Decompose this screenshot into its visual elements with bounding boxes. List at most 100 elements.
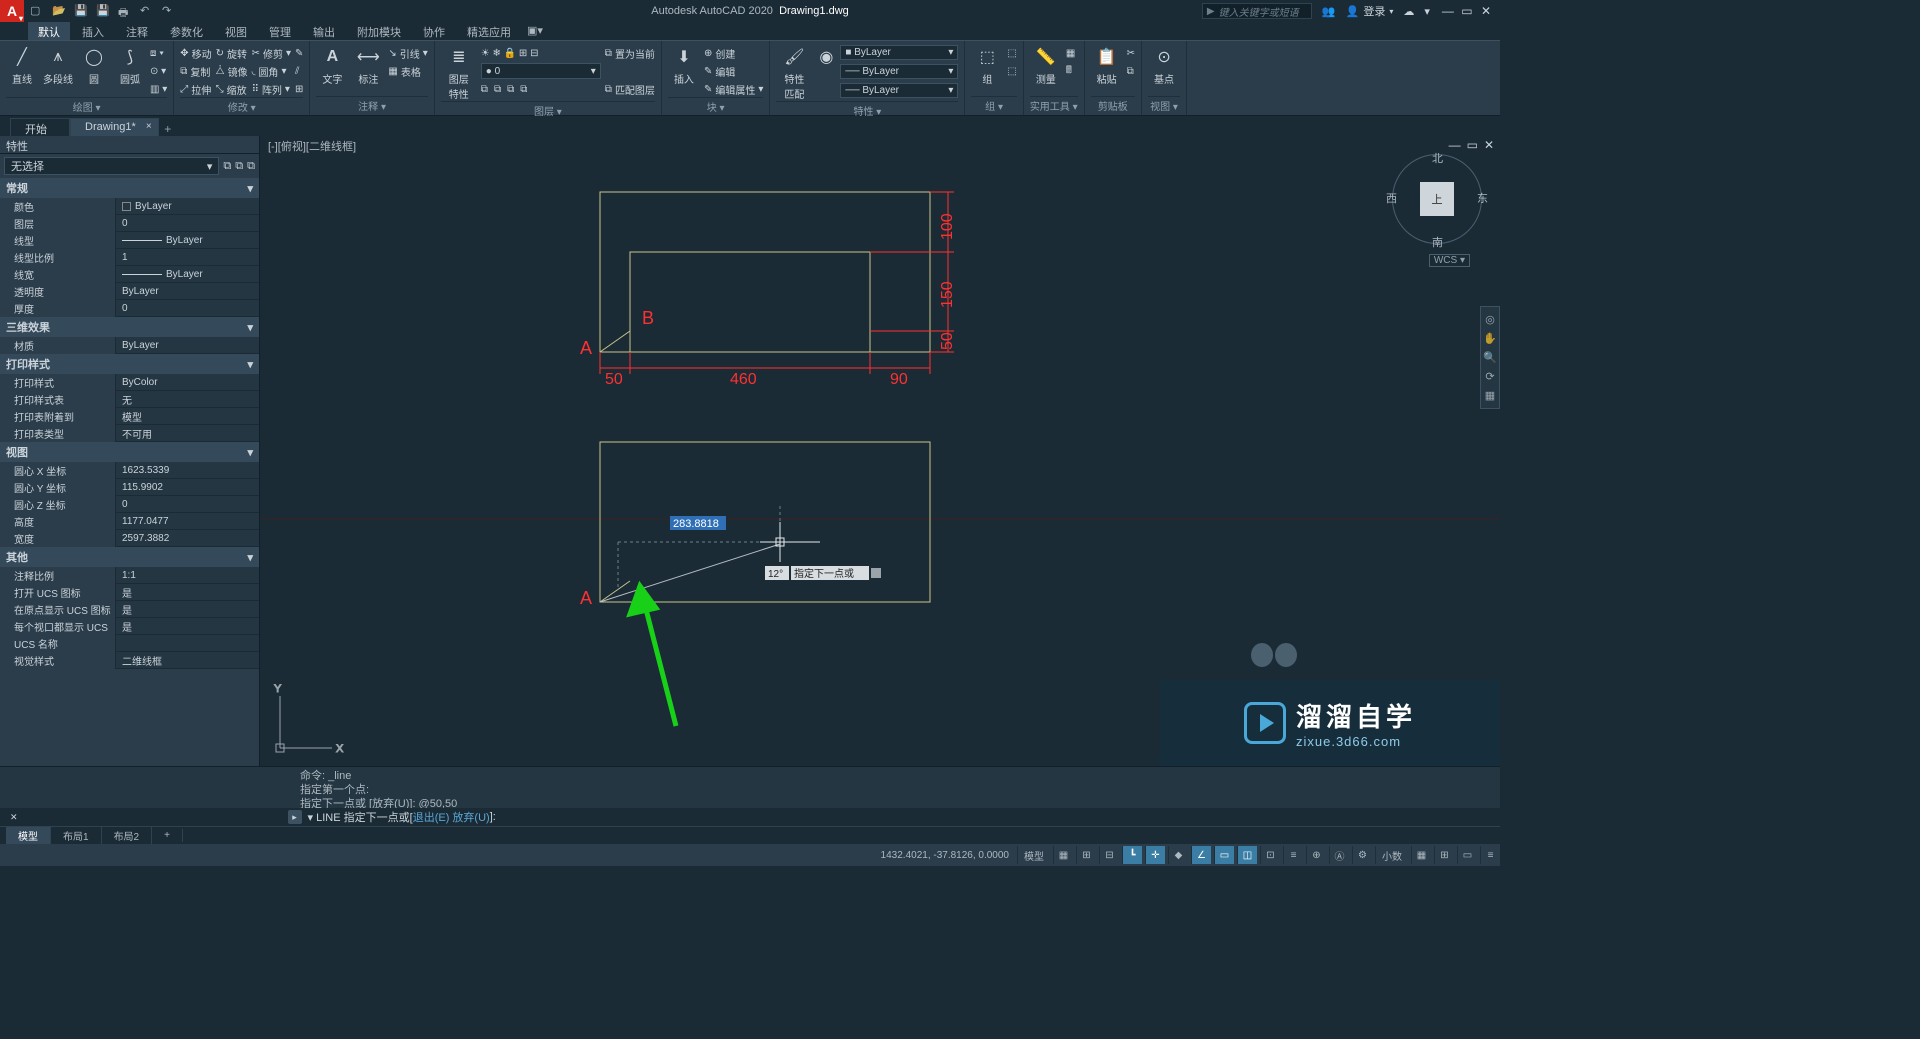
- tab-insert[interactable]: 插入: [72, 22, 114, 40]
- property-row[interactable]: 颜色ByLayer: [0, 198, 259, 215]
- property-row[interactable]: 每个视口都显示 UCS是: [0, 618, 259, 635]
- cut-button[interactable]: ✂: [1127, 45, 1135, 61]
- paste-button[interactable]: 📋粘贴: [1091, 45, 1123, 86]
- close-tab-icon[interactable]: ×: [146, 121, 152, 132]
- draw-more3[interactable]: ▥ ▾: [150, 81, 167, 97]
- leader-button[interactable]: ↘ 引线 ▾: [388, 45, 427, 61]
- group-tool1[interactable]: ⬚: [1007, 45, 1016, 61]
- minimize-button[interactable]: —: [1440, 4, 1456, 18]
- panel-annot-title[interactable]: 注释 ▾: [316, 96, 427, 115]
- copy-button[interactable]: ⧉ 复制: [180, 63, 211, 79]
- scale-button[interactable]: ⤡ 缩放: [216, 81, 248, 97]
- color-combobox[interactable]: ■ ByLayer▾: [840, 45, 958, 60]
- layer-tool3[interactable]: ⧉: [507, 81, 514, 97]
- tab-manage[interactable]: 管理: [259, 22, 301, 40]
- qp-toggle-icon[interactable]: ≡: [1283, 846, 1303, 864]
- nav-pan-icon[interactable]: ✋: [1483, 332, 1497, 345]
- a360-icon[interactable]: ☁: [1403, 5, 1414, 18]
- tab-view[interactable]: 视图: [215, 22, 257, 40]
- help-dropdown-icon[interactable]: ▾: [1424, 5, 1430, 18]
- property-row[interactable]: 材质ByLayer: [0, 337, 259, 354]
- property-row[interactable]: 线型ByLayer: [0, 232, 259, 249]
- property-row[interactable]: 线宽ByLayer: [0, 266, 259, 283]
- status-model-button[interactable]: 模型: [1017, 846, 1050, 864]
- maximize-button[interactable]: ▭: [1459, 4, 1475, 18]
- help-search-input[interactable]: ▶ 键入关键字或短语: [1202, 3, 1312, 19]
- qat-redo-icon[interactable]: ↷: [162, 4, 176, 18]
- trans-toggle-icon[interactable]: ⊡: [1260, 846, 1280, 864]
- property-row[interactable]: 线型比例1: [0, 249, 259, 266]
- tab-annotate[interactable]: 注释: [116, 22, 158, 40]
- qat-save-icon[interactable]: 💾: [74, 4, 88, 18]
- app-menu-button[interactable]: A: [0, 0, 24, 22]
- select-objects-icon[interactable]: ⧉: [235, 160, 243, 173]
- rotate-button[interactable]: ↻ 旋转: [216, 45, 248, 61]
- viewcube-top[interactable]: 上: [1420, 182, 1454, 216]
- property-row[interactable]: 视觉样式二维线框: [0, 652, 259, 669]
- group-button[interactable]: ⬚组: [971, 45, 1003, 86]
- drawing-canvas[interactable]: [-][俯视][二维线框] — ▭ ✕ A B 50: [260, 136, 1500, 766]
- modify-icon1[interactable]: ✎: [295, 45, 303, 61]
- edit-block-button[interactable]: ✎ 编辑: [704, 63, 763, 79]
- property-row[interactable]: 在原点显示 UCS 图标是: [0, 601, 259, 618]
- layer-tool2[interactable]: ⧉: [494, 81, 501, 97]
- array-button[interactable]: ⠿ 阵列 ▾: [252, 81, 291, 97]
- util-tool2[interactable]: 🖩: [1066, 63, 1075, 79]
- property-row[interactable]: 注释比例1:1: [0, 567, 259, 584]
- panel-layer-title[interactable]: 图层 ▾: [441, 101, 655, 120]
- panel-view-title[interactable]: 视图 ▾: [1148, 96, 1180, 115]
- cat-plot[interactable]: 打印样式▾: [0, 354, 259, 374]
- ann-toggle-icon[interactable]: Ⓐ: [1329, 846, 1349, 864]
- qat-plot-icon[interactable]: 🖶: [118, 4, 132, 18]
- move-button[interactable]: ✥ 移动: [180, 45, 211, 61]
- selection-combobox[interactable]: 无选择▾: [4, 157, 219, 175]
- nav-showmotion-icon[interactable]: ▦: [1485, 389, 1495, 402]
- snap-toggle-icon[interactable]: ⊞: [1076, 846, 1096, 864]
- panel-modify-title[interactable]: 修改 ▾: [180, 97, 303, 116]
- layout-add[interactable]: +: [152, 829, 183, 842]
- draw-more1[interactable]: ⧈ ▾: [150, 45, 167, 61]
- sign-in-button[interactable]: 👤登录▾: [1346, 3, 1394, 19]
- layer-row-icons[interactable]: ☀ ❄ 🔒 ⊞ ⊟: [481, 45, 601, 61]
- nav-wheel-icon[interactable]: ◎: [1485, 313, 1495, 326]
- insert-block-button[interactable]: ⬇插入: [668, 45, 700, 86]
- basepoint-button[interactable]: ⊙基点: [1148, 45, 1180, 86]
- close-button[interactable]: ✕: [1478, 4, 1494, 18]
- status-coordinates[interactable]: 1432.4021, -37.8126, 0.0000: [881, 850, 1009, 861]
- property-row[interactable]: 圆心 X 坐标1623.5339: [0, 462, 259, 479]
- make-current-button[interactable]: ⧉ 置为当前: [605, 45, 655, 61]
- property-row[interactable]: 打印表附着到模型: [0, 408, 259, 425]
- circle-button[interactable]: ◯圆: [78, 45, 110, 86]
- otrack-toggle-icon[interactable]: ▭: [1214, 846, 1234, 864]
- property-row[interactable]: 打印样式ByColor: [0, 374, 259, 391]
- layer-tool1[interactable]: ⧉: [481, 81, 488, 97]
- osnap-toggle-icon[interactable]: ∠: [1191, 846, 1211, 864]
- layer-combobox[interactable]: ● 0▾: [481, 63, 601, 79]
- status-more2-icon[interactable]: ⊞: [1434, 846, 1454, 864]
- nav-zoom-icon[interactable]: 🔍: [1483, 351, 1497, 364]
- layer-properties-button[interactable]: ≣图层 特性: [441, 45, 477, 101]
- stretch-button[interactable]: ⤢ 拉伸: [180, 81, 211, 97]
- ortho-toggle-icon[interactable]: ┗: [1122, 846, 1142, 864]
- property-row[interactable]: 打开 UCS 图标是: [0, 584, 259, 601]
- layer-tool4[interactable]: ⧉: [520, 81, 527, 97]
- tab-featured[interactable]: 精选应用: [457, 22, 521, 40]
- tab-default[interactable]: 默认: [28, 22, 70, 40]
- status-clean-icon[interactable]: ▭: [1457, 846, 1477, 864]
- linetype-combobox[interactable]: ── ByLayer▾: [840, 83, 958, 98]
- status-more1-icon[interactable]: ▦: [1411, 846, 1431, 864]
- copy-clip-button[interactable]: ⧉: [1127, 63, 1135, 79]
- qat-saveas-icon[interactable]: 💾: [96, 4, 110, 18]
- modify-icon3[interactable]: ⊞: [295, 81, 303, 97]
- panel-group-title[interactable]: 组 ▾: [971, 96, 1016, 115]
- command-line[interactable]: ✕ ▸ ▾ LINE 指定下一点或[退出(E) 放弃(U)]:: [0, 808, 1500, 826]
- nav-orbit-icon[interactable]: ⟳: [1485, 370, 1494, 383]
- panel-draw-title[interactable]: 绘图 ▾: [6, 97, 167, 116]
- layout-2[interactable]: 布局2: [102, 827, 153, 844]
- add-tab-button[interactable]: +: [159, 122, 177, 136]
- panel-props-title[interactable]: 特性 ▾: [776, 101, 958, 120]
- tab-parametric[interactable]: 参数化: [160, 22, 213, 40]
- ws-toggle-icon[interactable]: ⚙: [1352, 846, 1372, 864]
- arc-button[interactable]: ⟆圆弧: [114, 45, 146, 86]
- property-row[interactable]: UCS 名称: [0, 635, 259, 652]
